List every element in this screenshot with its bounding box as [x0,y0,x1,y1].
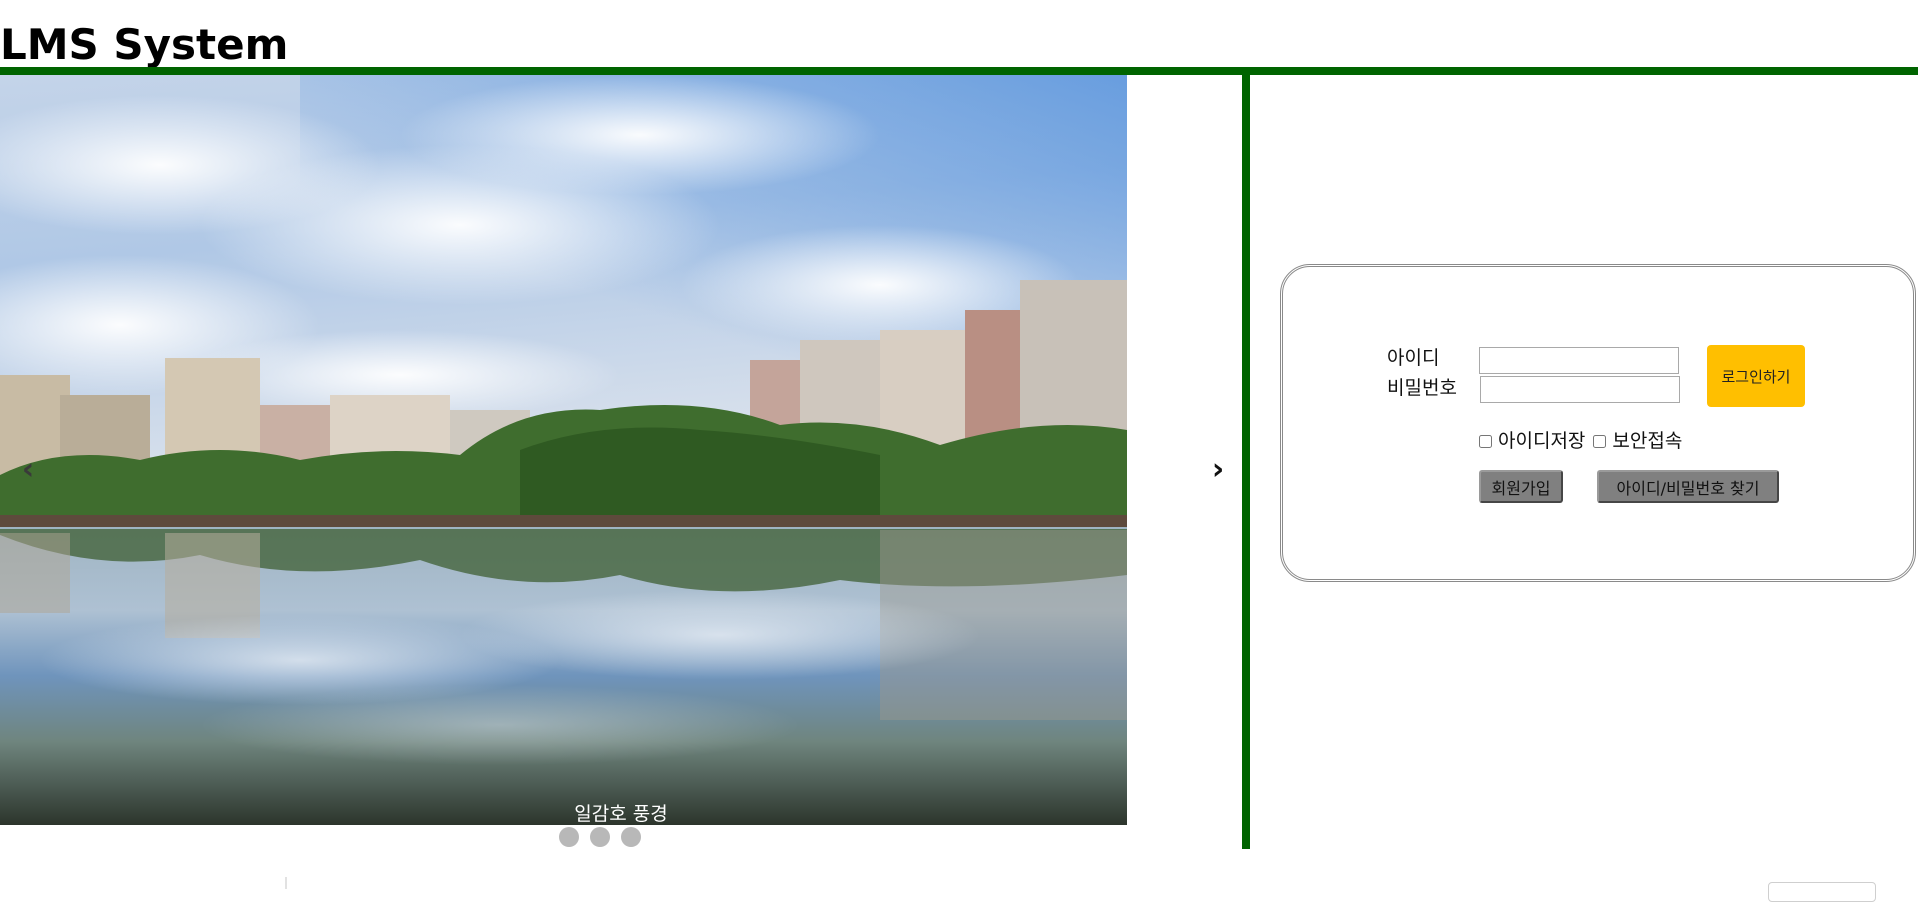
slide-caption: 일감호 풍경 [574,803,668,825]
carousel-prev-button[interactable]: ‹ [8,448,48,492]
secure-login-label: 보안접속 [1612,430,1683,452]
id-label: 아이디 [1387,347,1440,369]
login-panel: 아이디 비밀번호 로그인하기 아이디저장 보안접속 회원가입 아이디/비밀번호 … [1280,264,1916,582]
login-button[interactable]: 로그인하기 [1707,345,1805,407]
id-input[interactable] [1479,347,1679,374]
carousel-next-button[interactable]: › [1198,448,1238,492]
find-id-password-button[interactable]: 아이디/비밀번호 찾기 [1597,470,1779,503]
carousel-indicator-2[interactable] [590,827,610,847]
save-id-label: 아이디저장 [1498,430,1586,452]
password-label: 비밀번호 [1387,377,1457,399]
vertical-divider [1242,75,1250,849]
image-carousel: ‹ › 일감호 풍경 [0,75,1240,850]
secure-login-option[interactable]: 보안접속 [1593,429,1682,453]
header-divider [0,67,1918,75]
carousel-indicators [559,827,641,847]
site-title: LMS System [0,20,289,69]
save-id-checkbox[interactable] [1479,434,1492,448]
login-options: 아이디저장 보안접속 [1479,429,1690,453]
carousel-indicator-1[interactable] [559,827,579,847]
secure-login-checkbox[interactable] [1593,434,1607,448]
carousel-indicator-3[interactable] [621,827,641,847]
signup-button[interactable]: 회원가입 [1479,470,1563,503]
slide-image-lake [0,75,1127,825]
footer-control[interactable] [1768,882,1876,902]
save-id-option[interactable]: 아이디저장 [1479,429,1585,453]
footer-divider [285,877,287,889]
password-input[interactable] [1480,376,1680,403]
